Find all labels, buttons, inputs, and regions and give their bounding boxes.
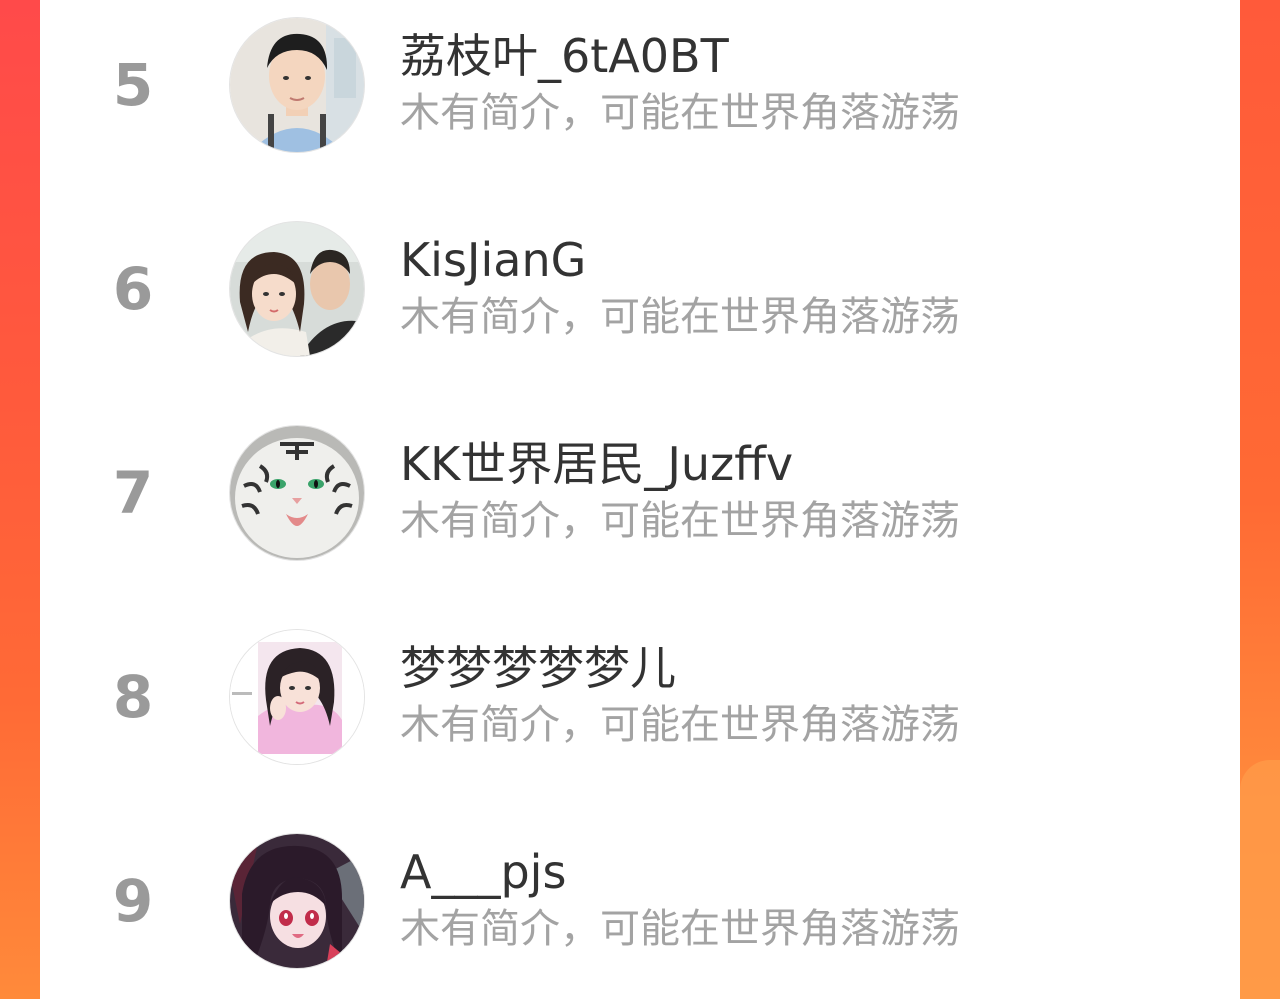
avatar-young-man-icon[interactable]	[230, 18, 364, 152]
avatar-girl-pink-sweater-icon[interactable]	[230, 630, 364, 764]
rank-number: 7	[112, 459, 154, 527]
rank-number: 5	[112, 51, 154, 119]
user-intro: 木有简介，可能在世界角落游荡	[400, 498, 960, 544]
background-decoration	[1240, 760, 1280, 999]
list-item[interactable]: 5 荔枝叶_6tA0BT 木有简介，可能在世界角落游荡	[40, 10, 1240, 160]
rank-number: 8	[112, 663, 154, 731]
list-item[interactable]: 6 KisJianG 木有简介，可能在世界角落游荡	[40, 214, 1240, 364]
user-name[interactable]: KisJianG	[400, 232, 586, 288]
user-intro: 木有简介，可能在世界角落游荡	[400, 294, 960, 340]
right-background-strip	[1240, 0, 1280, 999]
rank-number: 9	[112, 867, 154, 935]
avatar-white-tiger-icon[interactable]	[230, 426, 364, 560]
user-name[interactable]: 梦梦梦梦梦儿	[400, 640, 676, 696]
ranking-list-card: 5 荔枝叶_6tA0BT 木有简介，可能在世界角落游荡 6 KisJianG 木…	[40, 0, 1240, 999]
list-item[interactable]: 8 梦梦梦梦梦儿 木有简介，可能在世界角落游荡	[40, 622, 1240, 772]
list-item[interactable]: 9 A___pjs 木有简介，可能在世界角落游荡	[40, 826, 1240, 976]
avatar-anime-girl-icon[interactable]	[230, 834, 364, 968]
rank-number: 6	[112, 255, 154, 323]
user-intro: 木有简介，可能在世界角落游荡	[400, 906, 960, 952]
user-name[interactable]: KK世界居民_Juzffv	[400, 436, 793, 492]
avatar-couple-icon[interactable]	[230, 222, 364, 356]
user-name[interactable]: 荔枝叶_6tA0BT	[400, 28, 729, 84]
user-name[interactable]: A___pjs	[400, 844, 566, 900]
user-intro: 木有简介，可能在世界角落游荡	[400, 90, 960, 136]
list-item[interactable]: 7 KK世界居民_Juzffv 木有简介，可能在世界角落游荡	[40, 418, 1240, 568]
user-intro: 木有简介，可能在世界角落游荡	[400, 702, 960, 748]
